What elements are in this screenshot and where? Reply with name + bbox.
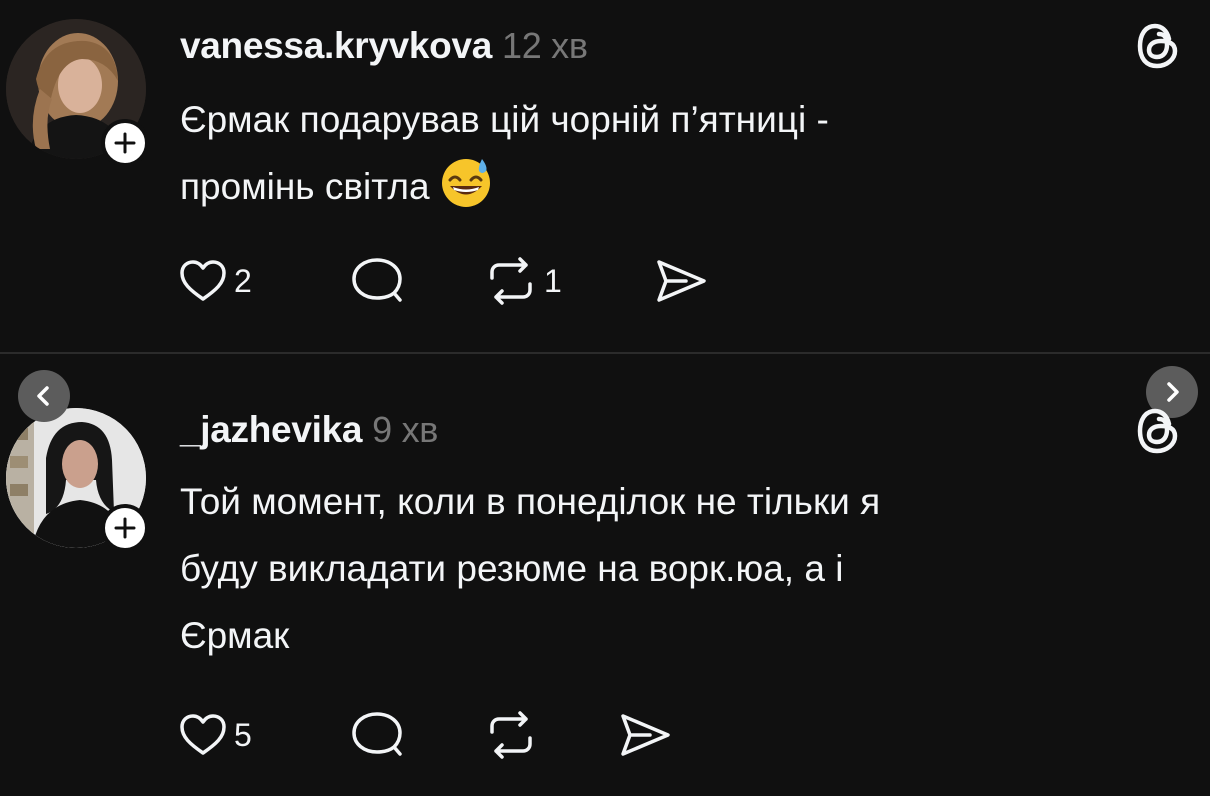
- send-icon: [621, 714, 670, 756]
- comment-bubble-icon: [352, 258, 402, 302]
- share-button[interactable]: [618, 710, 672, 760]
- grinning-face-with-sweat-icon: [441, 159, 490, 207]
- comment-button[interactable]: [350, 256, 404, 306]
- repost-icon: [490, 711, 532, 759]
- username-link[interactable]: _jazhevika: [180, 409, 362, 450]
- username-link[interactable]: vanessa.kryvkova: [180, 25, 492, 66]
- share-button[interactable]: [654, 256, 708, 306]
- like-button[interactable]: 2: [178, 256, 252, 306]
- chevron-left-icon: [37, 386, 49, 406]
- post-header: vanessa.kryvkova 12 хв: [180, 25, 588, 67]
- repost-button[interactable]: [484, 710, 538, 760]
- chevron-right-icon: [1167, 382, 1179, 402]
- heart-icon: [180, 714, 226, 755]
- follow-button[interactable]: [101, 504, 149, 552]
- post-header: _jazhevika 9 хв: [180, 409, 438, 451]
- post-text-line: Єрмак подарував цій чорній п’ятниці -: [180, 99, 829, 140]
- like-button[interactable]: 5: [178, 710, 252, 760]
- like-count: 2: [234, 262, 252, 299]
- repost-count: 1: [544, 262, 562, 299]
- repost-icon: [490, 257, 532, 305]
- comment-button[interactable]: [350, 710, 404, 760]
- post-text: Той момент, коли в понеділок не тільки я…: [180, 481, 881, 656]
- follow-button[interactable]: [101, 119, 149, 167]
- heart-icon: [180, 260, 226, 301]
- carousel-prev-button[interactable]: [18, 370, 70, 422]
- plus-icon: [114, 517, 136, 539]
- post-text-line: промінь світла: [180, 166, 430, 207]
- threads-logo-icon[interactable]: [1134, 21, 1184, 71]
- comment-bubble-icon: [352, 712, 402, 756]
- send-icon: [657, 260, 706, 302]
- threads-logo-icon[interactable]: [1134, 406, 1184, 456]
- like-count: 5: [234, 716, 252, 753]
- timestamp: 9 хв: [372, 409, 439, 450]
- thread-post: vanessa.kryvkova 12 хв Єрмак подарував ці…: [0, 0, 1210, 352]
- thread-post: _jazhevika 9 хв Той момент, коли в понеді…: [0, 354, 1210, 796]
- plus-icon: [114, 132, 136, 154]
- post-text: Єрмак подарував цій чорній п’ятниці - пр…: [180, 86, 1160, 220]
- repost-button[interactable]: 1: [484, 256, 562, 306]
- timestamp: 12 хв: [502, 25, 588, 66]
